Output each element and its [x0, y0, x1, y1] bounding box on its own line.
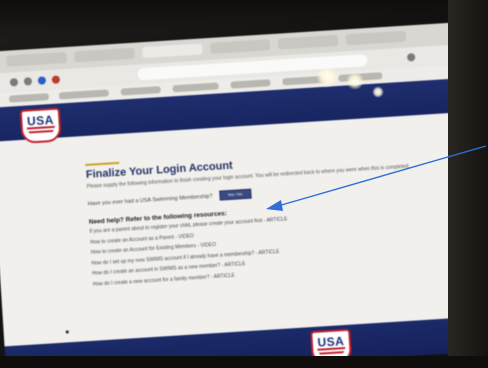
photo: USA Finalize Your Login Account Please s… — [0, 0, 488, 368]
annotation-layer — [266, 145, 487, 211]
annotation-arrow-head — [266, 200, 283, 211]
annotation-arrow — [277, 145, 487, 207]
